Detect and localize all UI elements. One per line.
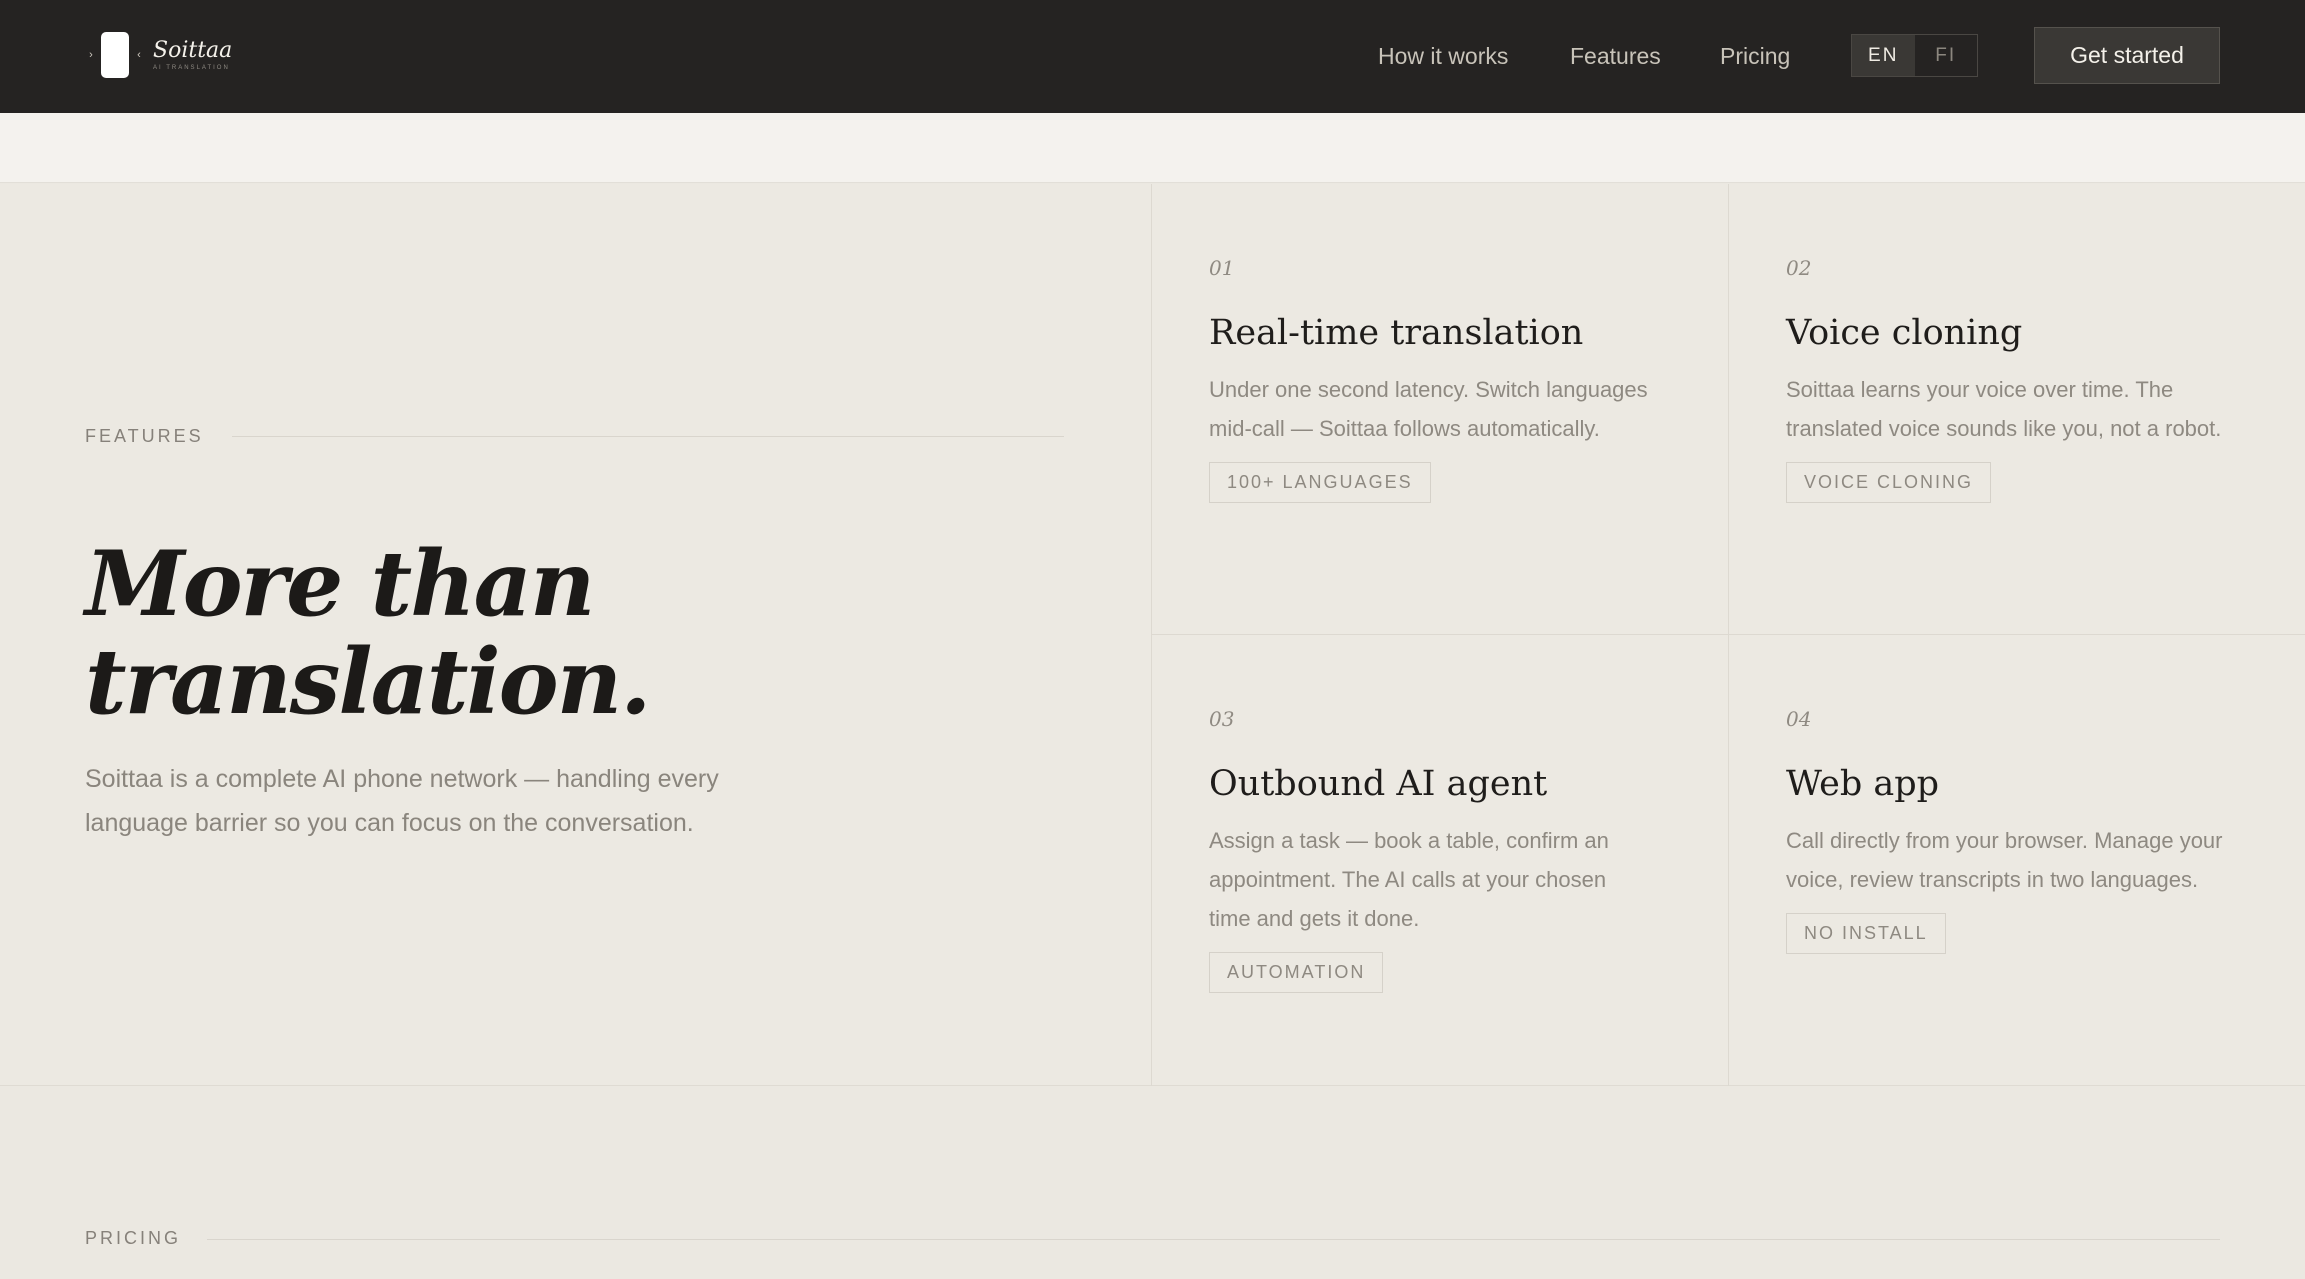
signal-out-icon: › <box>89 49 93 61</box>
feature-number: 04 <box>1786 707 1812 731</box>
grid-divider-vertical-left <box>1151 184 1152 1086</box>
brand-name: Soittaa <box>153 37 233 63</box>
section-divider <box>207 1239 2220 1240</box>
feature-description: Assign a task — book a table, confirm an… <box>1209 828 1609 931</box>
signal-in-icon: ‹ <box>137 49 141 61</box>
brand-tagline: AI TRANSLATION <box>153 64 230 71</box>
feature-number: 02 <box>1786 256 1812 280</box>
section-divider <box>232 436 1064 437</box>
get-started-button[interactable]: Get started <box>2034 27 2220 84</box>
feature-tag: 100+ LANGUAGES <box>1209 462 1431 503</box>
header-spacer-band <box>0 113 2305 183</box>
grid-divider-vertical-middle <box>1728 184 1729 1086</box>
feature-description: Under one second latency. Switch languag… <box>1209 377 1648 441</box>
features-section-label: FEATURES <box>85 426 204 446</box>
grid-divider-horizontal <box>1151 634 2305 635</box>
features-section: FEATURES More than translation. Soittaa … <box>0 184 2305 1086</box>
nav-how-it-works[interactable]: How it works <box>1378 36 1508 76</box>
feature-number: 01 <box>1209 256 1235 280</box>
phone-logo-icon <box>101 32 129 78</box>
features-intro: Soittaa is a complete AI phone network —… <box>85 765 719 837</box>
language-switcher: EN FI <box>1851 34 1978 77</box>
pricing-section: PRICING <box>0 1087 2305 1279</box>
lang-fi-button[interactable]: FI <box>1915 35 1978 76</box>
feature-number: 03 <box>1209 707 1235 731</box>
logo-text-block: Soittaa AI TRANSLATION <box>153 37 233 72</box>
feature-description: Soittaa learns your voice over time. The… <box>1786 377 2222 441</box>
lang-en-button[interactable]: EN <box>1852 35 1915 76</box>
feature-card-realtime-translation: 01 Real-time translation Under one secon… <box>1209 256 1649 503</box>
nav-pricing[interactable]: Pricing <box>1720 36 1790 76</box>
feature-card-outbound-agent: 03 Outbound AI agent Assign a task — boo… <box>1209 707 1649 993</box>
feature-tag: VOICE CLONING <box>1786 462 1992 503</box>
feature-title: Web app <box>1786 764 1940 804</box>
features-headline: More than translation. <box>85 535 785 731</box>
feature-card-web-app: 04 Web app Call directly from your brows… <box>1786 707 2226 954</box>
pricing-section-label: PRICING <box>85 1228 182 1248</box>
top-navigation-bar: › ‹ Soittaa AI TRANSLATION How it works … <box>0 0 2305 113</box>
feature-title: Real-time translation <box>1209 313 1584 353</box>
feature-description: Call directly from your browser. Manage … <box>1786 828 2223 892</box>
feature-card-voice-cloning: 02 Voice cloning Soittaa learns your voi… <box>1786 256 2226 503</box>
feature-title: Voice cloning <box>1786 313 2023 353</box>
feature-title: Outbound AI agent <box>1209 764 1548 804</box>
headline-line-2: translation. <box>85 629 651 735</box>
brand-logo[interactable]: › ‹ Soittaa AI TRANSLATION <box>85 30 232 80</box>
headline-line-1: More than <box>85 531 595 637</box>
feature-tag: NO INSTALL <box>1786 913 1946 954</box>
feature-tag: AUTOMATION <box>1209 952 1384 993</box>
nav-features[interactable]: Features <box>1570 36 1661 76</box>
